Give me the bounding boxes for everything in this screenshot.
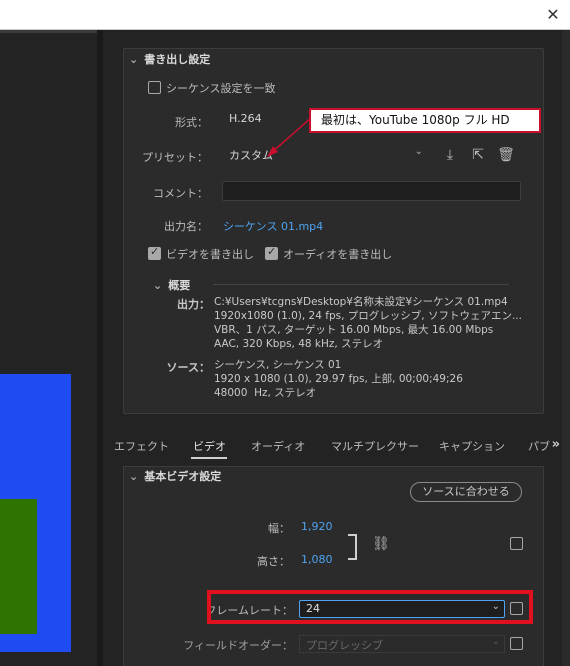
summary-source-label: ソース： <box>166 361 210 374</box>
summary-output-text: C:¥Users¥tcgns¥Desktop¥名称未設定¥シーケンス 01.mp… <box>214 296 522 350</box>
preview-top-strip <box>0 30 97 33</box>
tab-audio[interactable]: オーディオ <box>251 438 305 454</box>
preview-pane <box>0 30 97 666</box>
delete-preset-icon[interactable]: 🗑 <box>497 147 515 163</box>
match-source-button[interactable]: ソースに合わせる <box>410 482 522 502</box>
match-sequence-checkbox[interactable] <box>148 81 161 94</box>
output-name-label: 出力名： <box>164 220 208 233</box>
export-audio-checkbox[interactable] <box>265 245 278 260</box>
chevron-down-icon: ⌄ <box>129 53 139 66</box>
field-order-value: プログレッシブ <box>306 639 383 652</box>
link-aspect-icon[interactable]: ⛓ <box>370 536 392 556</box>
field-order-dropdown[interactable]: プログレッシブ ⌄ <box>299 635 505 653</box>
summary-source-text: シーケンス, シーケンス 01 1920 x 1080 (1.0), 29.97… <box>214 359 463 399</box>
chevron-down-icon: ⌄ <box>491 636 500 647</box>
basic-video-header[interactable]: ⌄ 基本ビデオ設定 <box>129 468 221 484</box>
comment-label: コメント： <box>153 187 208 200</box>
export-video-checkbox[interactable] <box>148 245 161 260</box>
tab-publish[interactable]: パブ <box>528 438 550 454</box>
tab-multiplexer[interactable]: マルチプレクサー <box>331 438 419 454</box>
save-preset-icon[interactable]: ⤓ <box>441 147 459 163</box>
active-tab-indicator <box>191 457 227 459</box>
format-label: 形式： <box>175 116 208 129</box>
settings-pane: ⌄ 書き出し設定 シーケンス設定を一致 形式： H.264 プリセット： カスタム… <box>103 30 570 666</box>
tab-captions[interactable]: キャプション <box>439 438 505 454</box>
field-order-label: フィールドオーダー： <box>183 639 293 652</box>
chevron-down-icon: ⌄ <box>129 470 139 483</box>
height-value[interactable]: 1,080 <box>301 553 333 566</box>
export-settings-header[interactable]: ⌄ 書き出し設定 <box>129 51 210 67</box>
override-field-order-checkbox[interactable] <box>510 637 523 650</box>
summary-header[interactable]: ⌄ 概要 <box>153 277 190 293</box>
summary-output-label: 出力： <box>177 298 210 311</box>
export-video-label: ビデオを書き出し <box>166 248 254 261</box>
export-settings-title: 書き出し設定 <box>144 53 211 66</box>
preview-frame-green <box>0 499 37 634</box>
basic-video-title: 基本ビデオ設定 <box>144 470 222 483</box>
comment-field[interactable] <box>222 181 521 201</box>
import-preset-icon[interactable]: ⇱ <box>469 147 487 163</box>
export-audio-label: オーディオを書き出し <box>283 248 393 261</box>
frame-rate-highlight-box <box>207 590 533 624</box>
more-tabs-icon[interactable]: » <box>552 437 560 452</box>
callout-annotation: 最初は、YouTube 1080p フル HD <box>309 108 541 133</box>
tab-video[interactable]: ビデオ <box>193 438 226 454</box>
width-label: 幅： <box>268 522 290 535</box>
chevron-down-icon: ⌄ <box>414 146 423 157</box>
width-value[interactable]: 1,920 <box>301 520 333 533</box>
override-dimensions-checkbox[interactable] <box>510 537 523 550</box>
summary-title: 概要 <box>168 279 191 292</box>
aspect-bracket <box>348 534 357 560</box>
output-name-link[interactable]: シーケンス 01.mp4 <box>223 218 323 234</box>
settings-scrollbar[interactable] <box>562 30 570 666</box>
format-value: H.264 <box>229 112 262 125</box>
settings-tabs: エフェクト ビデオ オーディオ マルチプレクサー キャプション パブ » <box>103 434 562 459</box>
window-title-bar: ✕ <box>0 0 570 30</box>
preset-dropdown[interactable]: カスタム ⌄ <box>223 145 427 165</box>
tab-effects[interactable]: エフェクト <box>114 438 169 454</box>
match-sequence-label: シーケンス設定を一致 <box>166 82 276 95</box>
preset-label: プリセット： <box>142 151 208 164</box>
close-icon[interactable]: ✕ <box>542 4 564 26</box>
summary-divider <box>213 284 509 285</box>
chevron-down-icon: ⌄ <box>153 279 163 292</box>
height-label: 高さ： <box>257 555 290 568</box>
